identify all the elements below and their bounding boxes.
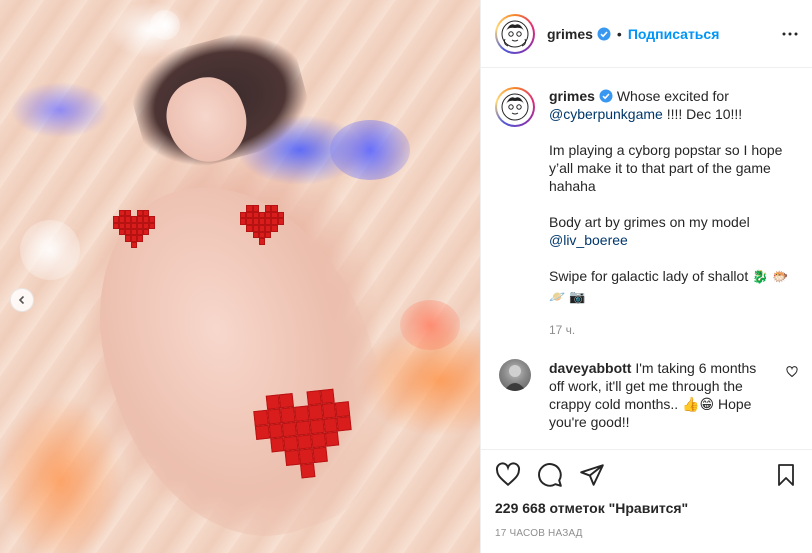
commenter-username[interactable]: daveyabbott <box>549 360 631 376</box>
pixel-heart-censor <box>252 387 356 483</box>
caption-line1: Whose excited for <box>616 88 729 104</box>
bookmark-icon[interactable] <box>774 462 798 488</box>
post-image[interactable] <box>0 0 480 553</box>
caption-author-avatar[interactable] <box>495 87 535 127</box>
light-flare <box>20 220 80 280</box>
comments-section: grimes Whose excited for @cyberpunkgame … <box>481 69 812 449</box>
pixel-heart-censor <box>240 205 284 245</box>
mention-link[interactable]: @cyberpunkgame <box>549 106 663 122</box>
post-header: grimes • Подписаться <box>481 0 812 68</box>
light-flare <box>330 120 410 180</box>
post-timestamp[interactable]: 17 ЧАСОВ НАЗАД <box>495 528 798 539</box>
caption-username[interactable]: grimes <box>549 88 595 104</box>
author-avatar[interactable] <box>495 13 535 54</box>
light-flare <box>150 10 180 40</box>
caption-line1-tail: !!!! Dec 10!!! <box>666 106 743 122</box>
verified-badge-icon <box>597 27 611 41</box>
author-username[interactable]: grimes <box>547 26 593 42</box>
comment-heart-icon[interactable] <box>786 365 798 431</box>
commenter-avatar[interactable] <box>499 359 531 391</box>
action-bar <box>495 460 798 490</box>
caption: grimes Whose excited for @cyberpunkgame … <box>495 87 798 339</box>
verified-badge-icon <box>599 89 613 103</box>
post-actions: 229 668 отметок "Нравится" 17 ЧАСОВ НАЗА… <box>481 449 812 539</box>
caption-body-art: Body art by grimes on my model <box>549 214 750 230</box>
follow-button[interactable]: Подписаться <box>628 26 720 42</box>
paper-plane-icon[interactable] <box>579 462 605 488</box>
caption-paragraph: Im playing a cyborg popstar so I hope y’… <box>549 142 783 194</box>
avatar-illustration <box>497 15 533 52</box>
comment-text: daveyabbott I'm taking 6 months off work… <box>549 359 761 431</box>
comment-icon[interactable] <box>537 462 563 488</box>
heart-icon[interactable] <box>495 462 521 488</box>
instagram-post: grimes • Подписаться grimes Whose excite… <box>0 0 812 553</box>
likes-count[interactable]: 229 668 отметок "Нравится" <box>495 500 798 516</box>
carousel-prev-button[interactable] <box>10 288 34 312</box>
caption-time[interactable]: 17 ч. <box>549 321 789 339</box>
caption-text: grimes Whose excited for @cyberpunkgame … <box>549 87 789 339</box>
avatar-illustration <box>497 89 533 125</box>
light-flare <box>400 300 460 350</box>
comment: daveyabbott I'm taking 6 months off work… <box>495 359 798 431</box>
caption-swipe: Swipe for galactic lady of shallot <box>549 268 749 284</box>
post-side-panel: grimes • Подписаться grimes Whose excite… <box>480 0 812 553</box>
pixel-heart-censor <box>113 210 155 248</box>
mention-link[interactable]: @liv_boeree <box>549 232 628 248</box>
header-separator: • <box>616 25 622 42</box>
chevron-left-icon <box>17 292 27 308</box>
more-options-icon[interactable] <box>782 32 798 36</box>
